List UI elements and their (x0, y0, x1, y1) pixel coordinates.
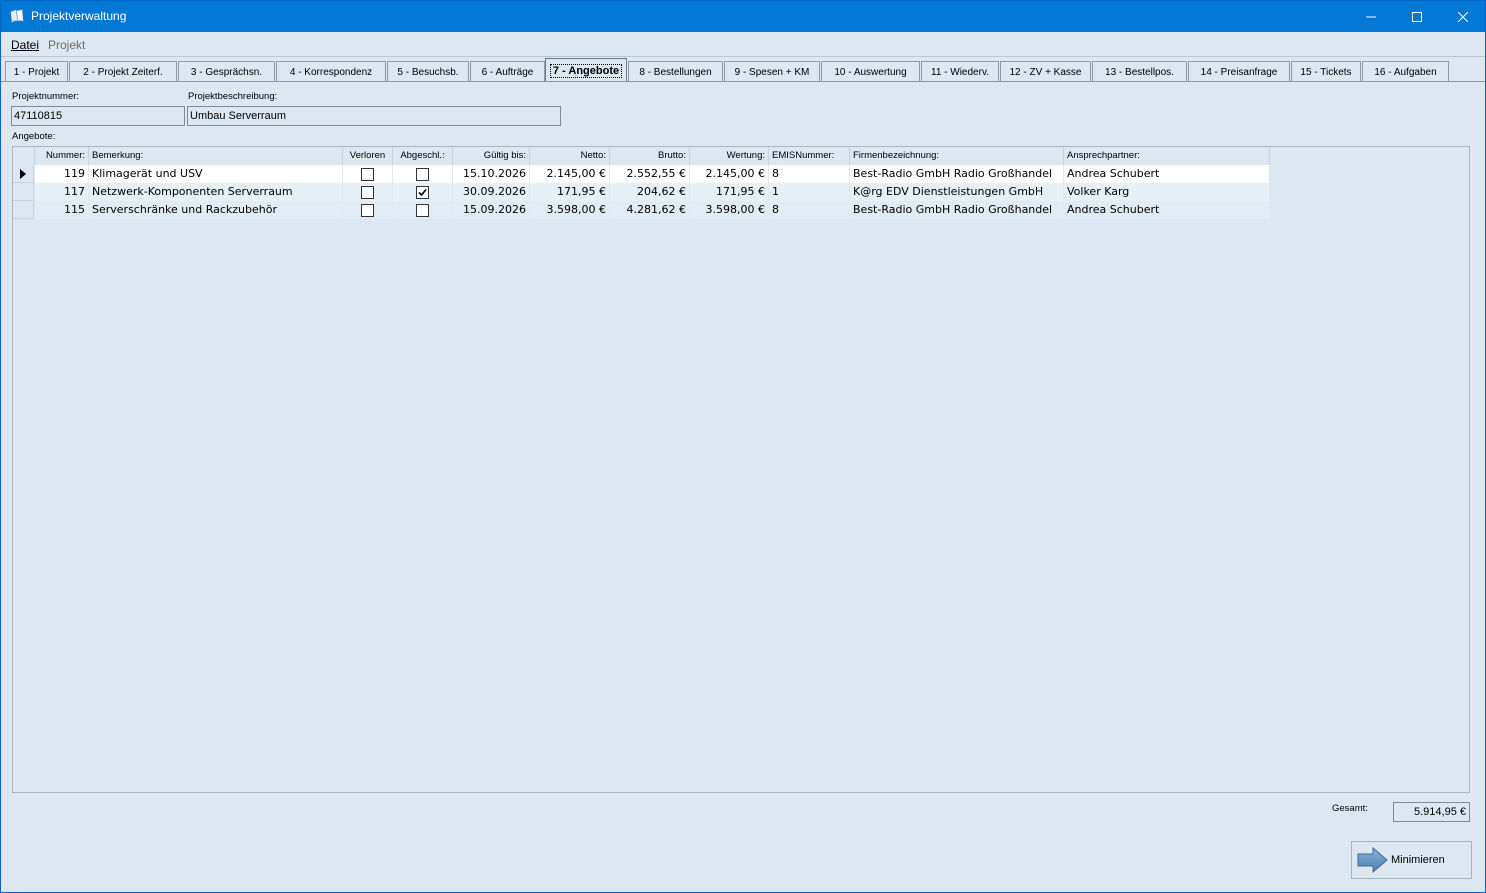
cell-firmenbezeichnung[interactable]: Best-Radio GmbH Radio Großhandel (850, 165, 1064, 183)
tab-spesen-km[interactable]: 9 - Spesen + KM (724, 61, 820, 82)
close-window-button[interactable] (1440, 1, 1486, 32)
window-minimize-icon (1366, 16, 1376, 17)
cell-gueltig-bis[interactable]: 15.09.2026 (453, 201, 530, 219)
cell-verloren (343, 183, 393, 201)
cell-netto[interactable]: 3.598,00 € (530, 201, 610, 219)
cell-emisnummer[interactable]: 8 (769, 165, 850, 183)
minimize-button[interactable]: Minimieren (1351, 841, 1472, 879)
header-firmenbezeichnung[interactable]: Firmenbezeichnung: (850, 147, 1064, 165)
cell-verloren (343, 165, 393, 183)
header-nummer[interactable]: Nummer: (35, 147, 89, 165)
tab-besuchsb[interactable]: 5 - Besuchsb. (387, 61, 469, 82)
current-row-icon (20, 168, 26, 179)
angebote-label: Angebote: (12, 131, 56, 142)
tab-divider (1, 81, 1485, 82)
header-wertung[interactable]: Wertung: (690, 147, 769, 165)
cell-wertung[interactable]: 171,95 € (690, 183, 769, 201)
tab-projekt[interactable]: 1 - Projekt (5, 61, 68, 82)
projektbeschreibung-label: Projektbeschreibung: (188, 91, 278, 102)
abgeschl-checkbox[interactable] (416, 185, 429, 199)
cell-ansprechpartner[interactable]: Andrea Schubert (1064, 165, 1270, 183)
cell-gueltig-bis[interactable]: 30.09.2026 (453, 183, 530, 201)
arrow-right-icon (1357, 846, 1388, 874)
cell-wertung[interactable]: 2.145,00 € (690, 165, 769, 183)
title-bar[interactable]: Projektverwaltung (1, 1, 1485, 32)
cell-netto[interactable]: 171,95 € (530, 183, 610, 201)
cell-brutto[interactable]: 2.552,55 € (610, 165, 690, 183)
tab-aufgaben[interactable]: 16 - Aufgaben (1362, 61, 1449, 82)
tab-zv-kasse[interactable]: 12 - ZV + Kasse (1000, 61, 1091, 82)
cell-nummer[interactable]: 117 (35, 183, 89, 201)
books-icon (10, 9, 24, 23)
header-verloren[interactable]: Verloren (343, 147, 393, 165)
window-close-icon (1458, 11, 1468, 22)
cell-nummer[interactable]: 119 (35, 165, 89, 183)
cell-netto[interactable]: 2.145,00 € (530, 165, 610, 183)
minimize-button-label: Minimieren (1391, 854, 1445, 866)
verloren-checkbox[interactable] (361, 185, 374, 199)
tab-projekt-zeiterf[interactable]: 2 - Projekt Zeiterf. (69, 61, 177, 82)
cell-brutto[interactable]: 4.281,62 € (610, 201, 690, 219)
checkmark-icon (418, 188, 427, 196)
header-gueltig-bis[interactable]: Gültig bis: (453, 147, 530, 165)
tab-bestellpos[interactable]: 13 - Bestellpos. (1092, 61, 1187, 82)
window-title: Projektverwaltung (31, 9, 127, 23)
header-ansprechpartner[interactable]: Ansprechpartner: (1064, 147, 1270, 165)
header-bemerkung[interactable]: Bemerkung: (89, 147, 343, 165)
gesamt-label: Gesamt: (1332, 803, 1368, 814)
abgeschl-checkbox[interactable] (416, 203, 429, 217)
cell-bemerkung[interactable]: Serverschränke und Rackzubehör (89, 201, 343, 219)
header-abgeschl[interactable]: Abgeschl.: (393, 147, 453, 165)
projektnummer-field[interactable]: 47110815 (11, 106, 185, 126)
menu-bar: Datei Projekt (1, 32, 1485, 57)
gesamt-value: 5.914,95 € (1393, 802, 1470, 822)
tab-korrespondenz[interactable]: 4 - Korrespondenz (276, 61, 386, 82)
cell-bemerkung[interactable]: Netzwerk-Komponenten Serverraum (89, 183, 343, 201)
cell-abgeschl (393, 183, 453, 201)
projektnummer-label: Projektnummer: (12, 91, 80, 102)
cell-abgeschl (393, 165, 453, 183)
tab-auftraege[interactable]: 6 - Aufträge (470, 61, 545, 82)
cell-abgeschl (393, 201, 453, 219)
minimize-window-button[interactable] (1348, 1, 1394, 32)
menu-datei[interactable]: Datei (11, 38, 39, 52)
cell-wertung[interactable]: 3.598,00 € (690, 201, 769, 219)
verloren-checkbox[interactable] (361, 167, 374, 181)
tab-tickets[interactable]: 15 - Tickets (1291, 61, 1361, 82)
header-emisnummer[interactable]: EMISNummer: (769, 147, 850, 165)
row-indicator (13, 165, 34, 183)
tab-angebote[interactable]: 7 - Angebote (545, 58, 627, 82)
projektbeschreibung-field[interactable]: Umbau Serverraum (187, 106, 561, 126)
verloren-checkbox[interactable] (361, 203, 374, 217)
row-indicator (13, 201, 34, 219)
angebote-grid[interactable]: Nummer: Bemerkung: Verloren Abgeschl.: G… (12, 146, 1470, 793)
cell-emisnummer[interactable]: 1 (769, 183, 850, 201)
header-netto[interactable]: Netto: (530, 147, 610, 165)
cell-bemerkung[interactable]: Klimagerät und USV (89, 165, 343, 183)
cell-nummer[interactable]: 115 (35, 201, 89, 219)
tab-bestellungen[interactable]: 8 - Bestellungen (628, 61, 723, 82)
menu-projekt[interactable]: Projekt (48, 38, 85, 52)
tab-preisanfrage[interactable]: 14 - Preisanfrage (1188, 61, 1290, 82)
window-maximize-icon (1412, 11, 1422, 22)
tab-strip: 1 - Projekt 2 - Projekt Zeiterf. 3 - Ges… (1, 58, 1485, 82)
tab-auswertung[interactable]: 10 - Auswertung (821, 61, 920, 82)
cell-gueltig-bis[interactable]: 15.10.2026 (453, 165, 530, 183)
row-indicator (13, 183, 34, 201)
app-window: Projektverwaltung Datei Projekt 1 - Proj… (0, 0, 1486, 893)
header-brutto[interactable]: Brutto: (610, 147, 690, 165)
header-indicator (13, 147, 35, 165)
abgeschl-checkbox[interactable] (416, 167, 429, 181)
cell-emisnummer[interactable]: 8 (769, 201, 850, 219)
maximize-window-button[interactable] (1394, 1, 1440, 32)
cell-firmenbezeichnung[interactable]: K@rg EDV Dienstleistungen GmbH (850, 183, 1064, 201)
cell-ansprechpartner[interactable]: Volker Karg (1064, 183, 1270, 201)
cell-verloren (343, 201, 393, 219)
tab-gespraechsn[interactable]: 3 - Gesprächsn. (178, 61, 275, 82)
cell-brutto[interactable]: 204,62 € (610, 183, 690, 201)
tab-wiederv[interactable]: 11 - Wiederv. (921, 61, 999, 82)
cell-ansprechpartner[interactable]: Andrea Schubert (1064, 201, 1270, 219)
cell-firmenbezeichnung[interactable]: Best-Radio GmbH Radio Großhandel (850, 201, 1064, 219)
